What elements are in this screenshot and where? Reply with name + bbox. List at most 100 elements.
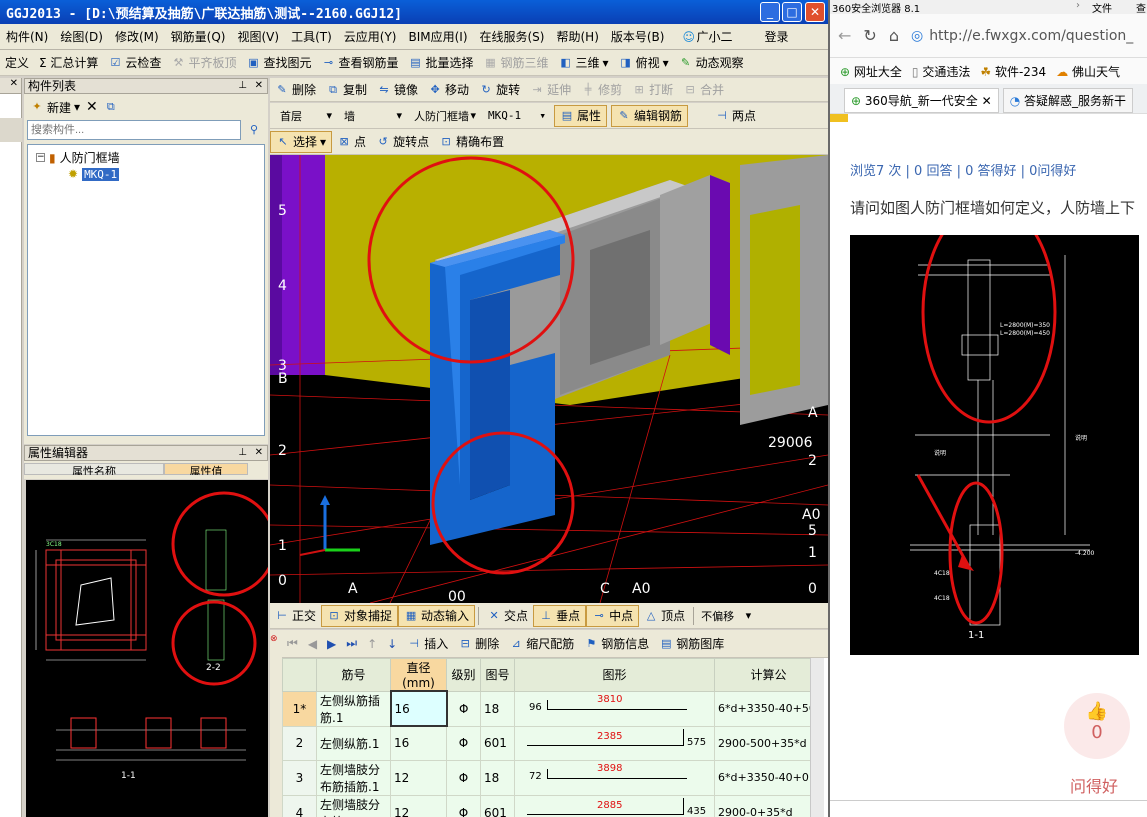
grade-cell[interactable]: Φ: [446, 794, 481, 817]
trim-button[interactable]: ╪ 修剪: [576, 79, 627, 101]
intersection-button[interactable]: ✕ 交点: [482, 605, 533, 627]
delete-button[interactable]: ✎ 删除: [270, 79, 321, 101]
home-icon[interactable]: ⌂: [889, 26, 899, 45]
properties-button[interactable]: ▤ 属性: [554, 104, 608, 127]
break-button[interactable]: ⊞ 打断: [627, 79, 678, 101]
formula-cell[interactable]: 6*d+3350-40+0+4: [714, 759, 823, 796]
browser-tab[interactable]: ⊕ 360导航_新一代安全 ✕: [844, 88, 999, 113]
figure-no-cell[interactable]: 601: [480, 725, 515, 761]
3d-view-select[interactable]: ◧ 三维 ▾: [554, 52, 614, 74]
midpoint-button[interactable]: ⊸ 中点: [586, 604, 640, 627]
select-button[interactable]: ↖ 选择 ▾: [270, 130, 333, 153]
delete-icon[interactable]: ✕: [86, 99, 98, 115]
ortho-button[interactable]: ⊢ 正交: [270, 605, 321, 627]
first-record-icon[interactable]: ⏮: [282, 633, 303, 655]
new-component-button[interactable]: ✦ 新建 ▾: [30, 96, 80, 118]
tree-parent-node[interactable]: − ▮ 人防门框墙: [36, 149, 120, 166]
edit-rebar-button[interactable]: ✎ 编辑钢筋: [611, 104, 689, 127]
grade-cell[interactable]: Φ: [446, 725, 481, 761]
formula-cell[interactable]: 2900-500+35*d: [714, 725, 823, 761]
dynamic-orbit-button[interactable]: ✎ 动态观察: [674, 52, 749, 74]
menu-item[interactable]: 钢筋量(Q): [165, 28, 232, 45]
table-row[interactable]: 4 左侧墙肢分布筋.1 12 Φ 601 2885 435 2900-0+35*…: [282, 794, 823, 817]
figure-no-cell[interactable]: 601: [480, 794, 515, 817]
batch-select-button[interactable]: ▤ 批量选择: [403, 52, 478, 74]
menu-item[interactable]: 在线服务(S): [474, 28, 551, 45]
shape-cell[interactable]: 96 3810: [514, 690, 715, 727]
browser-menu-view[interactable]: 查: [1136, 0, 1146, 15]
browser-tab[interactable]: ◔ 答疑解惑_服务新干: [1002, 88, 1134, 113]
category-select[interactable]: 人防门框墙 ▾: [410, 106, 480, 125]
grade-cell[interactable]: Φ: [446, 690, 481, 727]
menu-item-helper[interactable]: ☺广小二: [670, 28, 744, 45]
merge-button[interactable]: ⊟ 合并: [678, 79, 729, 101]
cloud-check-button[interactable]: ☑ 云检查: [103, 52, 166, 74]
type-select[interactable]: 墙 ▾: [340, 106, 406, 125]
find-element-button[interactable]: ▣ 查找图元: [241, 52, 316, 74]
define-button[interactable]: 定义: [0, 52, 34, 74]
close-icon[interactable]: ✕: [255, 446, 263, 460]
dynamic-input-button[interactable]: ▦ 动态输入: [398, 604, 476, 627]
move-up-icon[interactable]: ↑: [362, 633, 382, 655]
menu-item[interactable]: 云应用(Y): [338, 28, 403, 45]
prev-record-icon[interactable]: ◀: [303, 633, 322, 655]
menu-item[interactable]: 工具(T): [285, 28, 338, 45]
menu-item[interactable]: 帮助(H): [550, 28, 604, 45]
table-row[interactable]: 3 左侧墙肢分布筋插筋.1 12 Φ 18 72 3898 6*d+3350-4…: [282, 759, 823, 796]
perpendicular-button[interactable]: ⊥ 垂点: [533, 604, 587, 627]
browser-menu-file[interactable]: 文件: [1092, 0, 1112, 15]
like-button[interactable]: 👍 0: [1064, 693, 1130, 759]
menu-item[interactable]: BIM应用(I): [402, 28, 473, 45]
extend-button[interactable]: ⇥ 延伸: [525, 79, 576, 101]
delete-row-button[interactable]: ⊟ 删除: [453, 633, 504, 655]
collapse-icon[interactable]: −: [36, 153, 45, 162]
shape-cell[interactable]: 72 3898: [514, 759, 715, 796]
3d-viewport[interactable]: 5 4 3 B 2 1 0 A A 2 A0 5 1 0 C A0 00 290…: [270, 155, 828, 603]
search-icon[interactable]: ⚲: [243, 120, 265, 140]
object-snap-button[interactable]: ⊡ 对象捕捉: [321, 604, 399, 627]
rotate-button[interactable]: ↻ 旋转: [474, 79, 525, 101]
pin-icon[interactable]: ⊥: [238, 79, 247, 93]
login-link[interactable]: 登录: [759, 28, 795, 45]
table-scrollbar[interactable]: [810, 658, 824, 817]
rebar-name-cell[interactable]: 左侧墙肢分布筋.1: [316, 794, 391, 817]
offset-select[interactable]: 不偏移 ▾: [697, 606, 756, 625]
rebar-name-cell[interactable]: 左侧纵筋插筋.1: [316, 690, 391, 727]
menu-item[interactable]: 绘图(D): [54, 28, 109, 45]
minimize-button[interactable]: _: [760, 2, 780, 22]
component-search-input[interactable]: [27, 120, 241, 140]
formula-cell[interactable]: 6*d+3350-40+500: [714, 690, 823, 727]
close-button[interactable]: ✕: [805, 2, 825, 22]
rebar-library-button[interactable]: ▤ 钢筋图库: [654, 633, 729, 655]
rebar-name-cell[interactable]: 左侧纵筋.1: [316, 725, 391, 761]
menu-item[interactable]: 视图(V): [231, 28, 285, 45]
move-button[interactable]: ✥ 移动: [423, 79, 474, 101]
formula-cell[interactable]: 2900-0+35*d: [714, 794, 823, 817]
mirror-button[interactable]: ⇋ 镜像: [372, 79, 423, 101]
precise-place-button[interactable]: ⊡ 精确布置: [434, 131, 509, 153]
bookmark-item[interactable]: ☁ 佛山天气: [1056, 63, 1120, 80]
table-row[interactable]: 2 左侧纵筋.1 16 Φ 601 2385 575 2900-500+35*d: [282, 725, 823, 761]
diameter-cell[interactable]: 16: [389, 690, 448, 727]
diameter-cell[interactable]: 12: [390, 759, 447, 796]
shape-cell[interactable]: 2885 435: [514, 794, 715, 817]
refresh-icon[interactable]: ↻: [863, 26, 876, 45]
menu-item[interactable]: 修改(M): [109, 28, 165, 45]
pin-icon[interactable]: ⊥: [238, 446, 247, 460]
bookmark-item[interactable]: ☘ 软件-234: [980, 63, 1046, 80]
menu-item[interactable]: 版本号(B): [605, 28, 671, 45]
diameter-cell[interactable]: 16: [390, 725, 447, 761]
summary-calc-button[interactable]: Σ 汇总计算: [34, 52, 103, 74]
insert-button[interactable]: ⊣ 插入: [402, 633, 453, 655]
rebar-info-button[interactable]: ⚑ 钢筋信息: [579, 633, 654, 655]
diameter-cell[interactable]: 12: [390, 794, 447, 817]
two-point-button[interactable]: ⊣ 两点: [710, 105, 761, 127]
close-icon[interactable]: ⊗: [270, 634, 278, 644]
table-row[interactable]: 1* 左侧纵筋插筋.1 16 Φ 18 96 3810 6*d+3350-40+…: [282, 690, 823, 727]
close-icon[interactable]: ✕: [0, 78, 21, 94]
rebar-3d-button[interactable]: ▦ 钢筋三维: [479, 52, 554, 74]
bookmark-item[interactable]: ▯ 交通违法: [912, 63, 970, 80]
vertex-button[interactable]: △ 顶点: [639, 605, 690, 627]
floor-select[interactable]: 首层 ▾: [276, 106, 336, 125]
move-down-icon[interactable]: ↓: [382, 633, 402, 655]
